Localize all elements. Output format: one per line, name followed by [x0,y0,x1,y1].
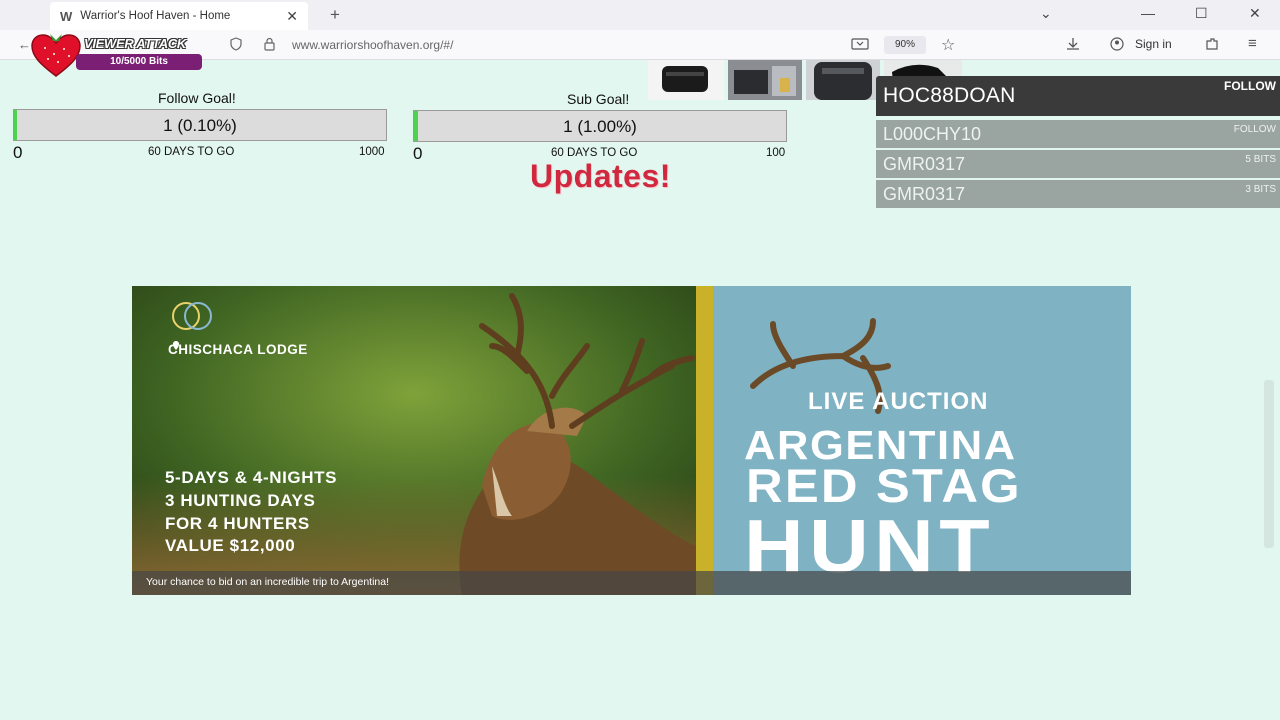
sub-goal-fill [414,111,418,141]
promo-detail: FOR 4 HUNTERS [165,514,310,533]
promo-detail: 3 HUNTING DAYS [165,491,316,510]
account-icon[interactable] [1109,37,1125,54]
banner-gold-stripe [696,286,713,595]
viewer-attack-title: VIEWER ATTACK [84,36,187,51]
follow-goal-value: 1 (0.10%) [163,116,237,135]
viewer-attack-progress: 10/5000 Bits [76,54,202,70]
lock-icon[interactable] [263,37,276,54]
viewer-attack-widget: VIEWER ATTACK 10/5000 Bits [30,32,202,78]
strawberry-heart-icon [31,34,81,77]
sub-goal-value: 1 (1.00%) [563,117,637,136]
product-thumbnail[interactable] [728,60,802,100]
alert-type: FOLLOW [1224,79,1276,93]
auction-banner[interactable]: CHISCHACA LODGE 5-DAYS & 4-NIGHTS 3 HUNT… [132,286,1131,595]
browser-tab[interactable]: W Warrior's Hoof Haven - Home ✕ [50,2,308,30]
sub-goal-min: 0 [413,144,423,163]
follow-goal-bar: 1 (0.10%) [13,109,387,141]
banner-caption: Your chance to bid on an incredible trip… [146,576,390,588]
alert-username: HOC88DOAN [883,84,1016,107]
alert-row: GMR0317 5 BITS [876,150,1280,178]
tracking-shield-icon[interactable] [229,37,243,54]
tab-list-chevron-icon[interactable]: ⌄ [1040,5,1052,22]
alert-type: 5 BITS [1245,154,1276,165]
sign-in-button[interactable]: Sign in [1135,37,1172,51]
follow-goal-label: Follow Goal! [158,90,236,106]
close-tab-icon[interactable]: ✕ [286,8,298,25]
extensions-icon[interactable] [1204,37,1220,54]
product-thumbnail[interactable] [806,60,880,100]
page-scrollbar[interactable] [1264,380,1274,548]
close-window-icon[interactable]: ✕ [1249,5,1261,22]
follow-goal-min: 0 [13,143,23,162]
banner-caption-bar: Your chance to bid on an incredible trip… [132,571,1131,595]
minimize-icon[interactable]: — [1141,5,1155,21]
promo-detail: 5-DAYS & 4-NIGHTS [165,468,338,487]
site-favicon: W [60,8,73,24]
new-tab-icon[interactable]: + [330,5,340,25]
product-thumbnail[interactable] [648,60,724,100]
follow-goal-max: 1000 [359,146,385,158]
reader-view-icon[interactable] [851,37,869,54]
latest-alert: HOC88DOAN FOLLOW [876,76,1280,116]
bookmark-star-icon[interactable]: ☆ [941,35,955,55]
follow-goal-days: 60 DAYS TO GO [148,146,235,158]
alert-username: GMR0317 [883,184,966,204]
downloads-icon[interactable] [1065,37,1081,54]
maximize-icon[interactable]: ☐ [1195,5,1208,22]
lodge-name: CHISCHACA LODGE [168,342,308,357]
alert-type: FOLLOW [1233,124,1276,135]
address-bar[interactable]: www.warriorshoofhaven.org/#/ [292,38,453,52]
tab-title: Warrior's Hoof Haven - Home [80,10,231,22]
updates-heading: Updates! [530,158,671,194]
sub-goal-label: Sub Goal! [567,91,630,107]
live-auction-label: LIVE AUCTION [808,388,989,415]
alert-row: L000CHY10 FOLLOW [876,120,1280,148]
tab-bar: W Warrior's Hoof Haven - Home ✕ + ⌄ — ☐ … [0,0,1280,30]
follow-goal-fill [14,110,17,140]
alert-username: GMR0317 [883,154,966,174]
alert-row: GMR0317 3 BITS [876,180,1280,208]
alert-type: 3 BITS [1245,184,1276,195]
zoom-level[interactable]: 90% [884,36,926,54]
alert-username: L000CHY10 [883,124,982,144]
sub-goal-max: 100 [766,147,786,159]
sub-goal-bar: 1 (1.00%) [413,110,787,142]
promo-detail: VALUE $12,000 [165,536,296,555]
menu-icon[interactable]: ≡ [1248,35,1257,52]
